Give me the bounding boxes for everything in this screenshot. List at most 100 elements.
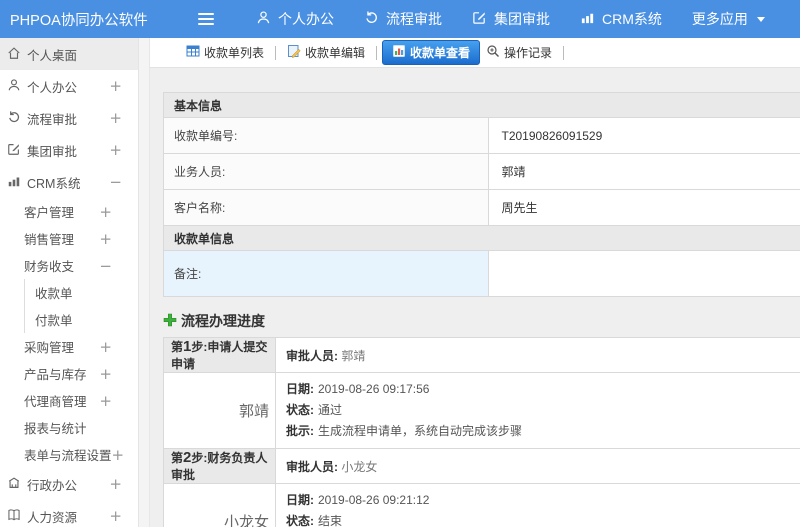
- sidebar-item-receipt-order[interactable]: 收款单: [25, 279, 138, 306]
- nav-more-apps[interactable]: 更多应用: [692, 9, 765, 29]
- progress-section-title: 流程办理进度: [163, 311, 800, 331]
- sidebar-item-group-approval[interactable]: 集团审批 +: [0, 134, 138, 166]
- sidebar-item-customer-mgmt[interactable]: 客户管理 +: [0, 198, 138, 225]
- chevron-down-icon: [756, 16, 765, 22]
- history-icon: [7, 110, 27, 127]
- section-header-receipt-info: 收款单信息: [163, 225, 800, 251]
- step-title: 第2步:财务负责人审批: [163, 448, 276, 484]
- expand-icon[interactable]: +: [109, 141, 122, 159]
- step-detail: 日期: 2019-08-26 09:17:56 状态: 通过 批示: 生成流程申请单，…: [275, 372, 800, 449]
- field-label-receipt-no: 收款单编号:: [163, 117, 489, 154]
- sidebar-item-personal-desktop[interactable]: 个人桌面: [0, 38, 138, 70]
- expand-icon[interactable]: +: [99, 392, 112, 410]
- tab-strip: 收款单列表 收款单编辑 收款单查看 操作记录: [150, 38, 800, 68]
- nav-label: CRM系统: [602, 11, 662, 27]
- sidebar-item-agent-mgmt[interactable]: 代理商管理 +: [0, 387, 138, 414]
- main-area: 收款单列表 收款单编辑 收款单查看 操作记录 基本信息 收款单编号: T2019…: [150, 38, 800, 527]
- sidebar-item-product-inventory[interactable]: 产品与库存 +: [0, 360, 138, 387]
- expand-icon[interactable]: +: [99, 230, 112, 248]
- sidebar-item-admin-office[interactable]: 行政办公 +: [0, 468, 138, 500]
- step-date: 日期: 2019-08-26 09:21:12: [286, 493, 430, 507]
- history-icon: [364, 10, 379, 28]
- sidebar-item-sales-mgmt[interactable]: 销售管理 +: [0, 225, 138, 252]
- sidebar-item-workflow-approval[interactable]: 流程审批 +: [0, 102, 138, 134]
- edit-page-icon: [287, 44, 301, 61]
- nav-label: 个人办公: [278, 11, 334, 27]
- sidebar-item-human-resources[interactable]: 人力资源 +: [0, 500, 138, 527]
- bar-chart-icon: [7, 174, 27, 191]
- content-panel: 基本信息 收款单编号: T20190826091529 业务人员: 郭靖 客户名…: [150, 68, 800, 527]
- step-remark: 批示: 生成流程申请单，系统自动完成该步骤: [286, 424, 523, 438]
- field-value-receipt-no: T20190826091529: [487, 117, 800, 154]
- nav-personal-office[interactable]: 个人办公: [256, 9, 334, 29]
- expand-icon[interactable]: +: [109, 507, 122, 525]
- expand-icon[interactable]: +: [99, 338, 112, 356]
- sidebar-item-purchase-mgmt[interactable]: 采购管理 +: [0, 333, 138, 360]
- nav-workflow-approval[interactable]: 流程审批: [364, 9, 442, 29]
- collapse-icon[interactable]: −: [99, 257, 112, 275]
- field-value-remark: [487, 250, 800, 297]
- collapse-icon[interactable]: −: [109, 173, 122, 191]
- tab-operation-log[interactable]: 操作记录: [480, 41, 558, 64]
- topbar: PHPOA协同办公软件 个人办公 流程审批 集团审批 CRM系统 更多应用: [0, 0, 800, 38]
- nav-label: 流程审批: [386, 11, 442, 27]
- step-detail-row: 小龙女 日期:2019-08-26 09:21:12 状态:结束 批示:通过: [163, 483, 800, 527]
- tab-receipt-view[interactable]: 收款单查看: [382, 40, 481, 65]
- tab-receipt-list[interactable]: 收款单列表: [180, 41, 270, 64]
- edit-square-icon: [7, 142, 27, 159]
- tab-separator: [275, 45, 277, 60]
- table-icon: [186, 44, 200, 61]
- nav-label: 更多应用: [691, 11, 748, 27]
- step-approver: 审批人员: 郭靖: [275, 337, 800, 373]
- tab-receipt-edit[interactable]: 收款单编辑: [281, 41, 371, 64]
- edit-square-icon: [472, 10, 487, 28]
- expand-icon[interactable]: +: [109, 475, 122, 493]
- building-icon: [7, 476, 27, 493]
- sidebar-scrollbar[interactable]: [139, 38, 150, 527]
- field-label-salesperson: 业务人员:: [163, 153, 489, 190]
- step-title: 第1步:申请人提交申请: [163, 337, 276, 373]
- step-header-row: 第2步:财务负责人审批 审批人员: 小龙女: [163, 448, 800, 484]
- home-icon: [7, 46, 27, 63]
- step-approver: 审批人员: 小龙女: [275, 448, 800, 484]
- sidebar-item-form-flow-settings[interactable]: 表单与流程设置 +: [0, 441, 138, 468]
- sidebar-item-crm-system[interactable]: CRM系统 −: [0, 166, 138, 198]
- table-row: 客户名称: 周先生: [163, 189, 800, 226]
- field-label-remark: 备注:: [163, 250, 489, 297]
- table-row: 业务人员: 郭靖: [163, 153, 800, 190]
- chart-page-icon: [392, 44, 406, 61]
- expand-icon[interactable]: +: [109, 109, 122, 127]
- expand-icon[interactable]: +: [112, 446, 125, 464]
- field-label-customer-name: 客户名称:: [163, 189, 489, 226]
- bar-chart-icon: [580, 10, 595, 28]
- tab-separator: [376, 45, 378, 60]
- step-status: 状态: 通过: [286, 403, 343, 417]
- step-status: 状态: 结束: [286, 514, 343, 527]
- nav-label: 集团审批: [494, 11, 550, 27]
- workflow-progress-table: 第1步:申请人提交申请 审批人员: 郭靖 郭靖 日期: 2019-08-26 09…: [163, 337, 800, 527]
- nav-group-approval[interactable]: 集团审批: [472, 9, 550, 29]
- step-detail-row: 郭靖 日期: 2019-08-26 09:17:56 状态: 通过 批示: 生成流程申…: [163, 372, 800, 449]
- tab-separator: [563, 45, 565, 60]
- section-header-basic-info: 基本信息: [163, 92, 800, 118]
- sidebar-item-reports-stats[interactable]: 报表与统计: [0, 414, 138, 441]
- step-detail: 日期:2019-08-26 09:21:12 状态:结束 批示:通过: [275, 483, 800, 527]
- expand-icon[interactable]: +: [99, 203, 112, 221]
- approver-name: 小龙女: [163, 483, 276, 527]
- sidebar-item-personal-office[interactable]: 个人办公 +: [0, 70, 138, 102]
- expand-icon[interactable]: +: [109, 77, 122, 95]
- sidebar-item-finance-io[interactable]: 财务收支 −: [0, 252, 138, 279]
- nav-crm-system[interactable]: CRM系统: [580, 9, 662, 29]
- step-header-row: 第1步:申请人提交申请 审批人员: 郭靖: [163, 337, 800, 373]
- field-value-salesperson: 郭靖: [487, 153, 800, 190]
- sidebar: 个人桌面 个人办公 + 流程审批 + 集团审批 + CRM系统 − 客户管理 +: [0, 38, 139, 527]
- table-row: 备注:: [163, 250, 800, 297]
- field-value-customer-name: 周先生: [487, 189, 800, 226]
- step-date: 日期: 2019-08-26 09:17:56: [286, 382, 430, 396]
- sidebar-item-payment-order[interactable]: 付款单: [25, 306, 138, 333]
- book-icon: [7, 508, 27, 525]
- receipt-detail-table: 基本信息 收款单编号: T20190826091529 业务人员: 郭靖 客户名…: [163, 92, 800, 297]
- zoom-search-icon: [486, 44, 500, 61]
- menu-toggle-icon[interactable]: [198, 13, 214, 25]
- expand-icon[interactable]: +: [99, 365, 112, 383]
